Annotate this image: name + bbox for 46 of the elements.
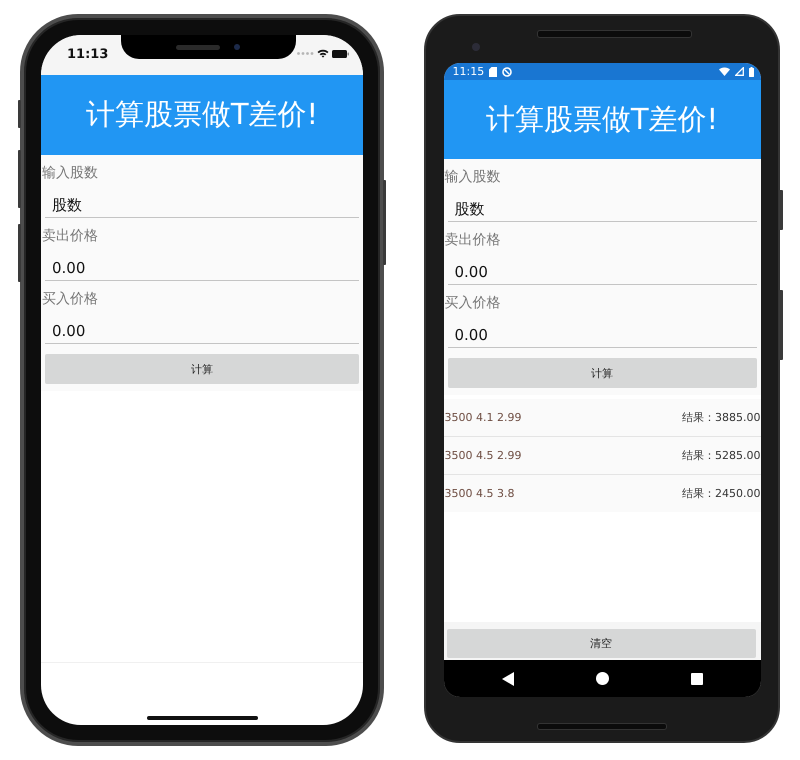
input-field[interactable]: 0.00 — [45, 310, 359, 344]
field-label: 输入股数 — [444, 168, 502, 187]
side-button[interactable] — [18, 100, 21, 128]
home-icon[interactable] — [596, 672, 608, 685]
calculate-button[interactable]: 计算 — [448, 358, 756, 388]
app-title: 计算股票做T差价! — [86, 96, 318, 133]
result-text: 结果：2450.00 — [682, 486, 760, 501]
square-icon[interactable] — [690, 672, 702, 684]
trade-inputs-text: 3500 4.1 2.99 — [444, 411, 522, 424]
side-button[interactable] — [383, 180, 386, 265]
clear-button[interactable]: 清空 — [446, 629, 756, 658]
result-text: 结果：3885.00 — [682, 410, 760, 425]
wifi-icon — [317, 49, 329, 58]
side-button[interactable] — [779, 290, 783, 360]
battery-icon — [332, 50, 349, 58]
field-label: 卖出价格 — [444, 231, 502, 250]
input-field[interactable]: 股数 — [45, 184, 359, 218]
signal-dots-icon — [297, 52, 314, 55]
wifi-icon — [718, 67, 730, 76]
trade-inputs-text: 3500 4.5 2.99 — [444, 449, 522, 462]
field-label: 输入股数 — [42, 164, 99, 183]
result-row[interactable]: 3500 4.5 3.8 结果：2450.00 — [444, 475, 760, 512]
input-field[interactable]: 0.00 — [45, 247, 359, 281]
field-label: 买入价格 — [444, 294, 502, 313]
trade-inputs-text: 3500 4.5 3.8 — [444, 487, 514, 500]
side-button[interactable] — [18, 150, 21, 208]
side-button[interactable] — [779, 190, 783, 230]
field-label: 买入价格 — [42, 290, 99, 309]
input-field[interactable]: 0.00 — [448, 314, 756, 348]
result-row[interactable]: 3500 4.5 2.99 结果：5285.00 — [444, 437, 760, 475]
result-row[interactable]: 3500 4.1 2.99 结果：3885.00 — [444, 399, 760, 437]
battery-icon — [748, 66, 754, 76]
back-icon[interactable] — [502, 672, 514, 686]
front-camera — [472, 43, 480, 51]
app-title: 计算股票做T差价! — [486, 100, 718, 138]
status-time: 11:13 — [67, 47, 108, 62]
input-field[interactable]: 股数 — [448, 188, 756, 222]
field-label: 卖出价格 — [42, 227, 99, 246]
slashed-circle-icon — [502, 66, 512, 76]
calculate-button[interactable]: 计算 — [45, 354, 359, 384]
input-field[interactable]: 0.00 — [448, 251, 756, 285]
sd-card-icon — [489, 66, 498, 76]
result-text: 结果：5285.00 — [682, 448, 760, 463]
side-button[interactable] — [18, 224, 21, 282]
status-time: 11:15 — [452, 65, 484, 78]
signal-icon — [734, 67, 744, 76]
